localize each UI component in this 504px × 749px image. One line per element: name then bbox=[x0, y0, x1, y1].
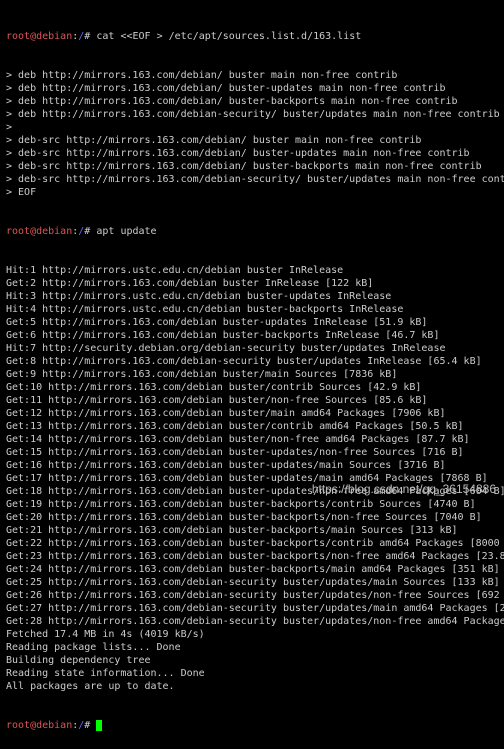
output-line: Get:26 http://mirrors.163.com/debian-sec… bbox=[6, 589, 498, 602]
heredoc-line: > deb http://mirrors.163.com/debian/ bus… bbox=[6, 82, 498, 95]
prompt-user: root@debian bbox=[6, 226, 72, 237]
output-line: Get:11 http://mirrors.163.com/debian bus… bbox=[6, 394, 498, 407]
command-text: apt update bbox=[96, 226, 156, 237]
heredoc-line: > deb-src http://mirrors.163.com/debian/… bbox=[6, 147, 498, 160]
output-line: Get:23 http://mirrors.163.com/debian bus… bbox=[6, 550, 498, 563]
output-line: Get:5 http://mirrors.163.com/debian bust… bbox=[6, 316, 498, 329]
heredoc-line: > deb-src http://mirrors.163.com/debian/… bbox=[6, 134, 498, 147]
heredoc-line: > deb http://mirrors.163.com/debian-secu… bbox=[6, 108, 498, 121]
watermark-text: https://blog.csdn.net/qq_36154886 bbox=[312, 483, 496, 496]
prompt-user: root@debian bbox=[6, 31, 72, 42]
terminal-viewport[interactable]: root@debian:/# cat <<EOF > /etc/apt/sour… bbox=[0, 0, 504, 749]
prompt-end: # bbox=[84, 31, 90, 42]
output-line: Reading package lists... Done bbox=[6, 641, 498, 654]
cursor[interactable] bbox=[96, 720, 102, 731]
prompt-line-2: root@debian:/# apt update bbox=[6, 225, 498, 238]
heredoc-line: > EOF bbox=[6, 186, 498, 199]
prompt-end: # bbox=[84, 720, 90, 731]
output-line: Get:24 http://mirrors.163.com/debian bus… bbox=[6, 563, 498, 576]
output-line: Get:8 http://mirrors.163.com/debian-secu… bbox=[6, 355, 498, 368]
output-line: Get:10 http://mirrors.163.com/debian bus… bbox=[6, 381, 498, 394]
output-line: Hit:4 http://mirrors.ustc.edu.cn/debian … bbox=[6, 303, 498, 316]
output-line: Get:22 http://mirrors.163.com/debian bus… bbox=[6, 537, 498, 550]
prompt-end: # bbox=[84, 226, 90, 237]
output-line: Get:25 http://mirrors.163.com/debian-sec… bbox=[6, 576, 498, 589]
heredoc-line: > deb-src http://mirrors.163.com/debian-… bbox=[6, 173, 498, 186]
output-line: Reading state information... Done bbox=[6, 667, 498, 680]
output-line: Fetched 17.4 MB in 4s (4019 kB/s) bbox=[6, 628, 498, 641]
output-line: Get:21 http://mirrors.163.com/debian bus… bbox=[6, 524, 498, 537]
output-line: Get:15 http://mirrors.163.com/debian bus… bbox=[6, 446, 498, 459]
output-line: Get:16 http://mirrors.163.com/debian bus… bbox=[6, 459, 498, 472]
output-line: Get:14 http://mirrors.163.com/debian bus… bbox=[6, 433, 498, 446]
output-line: Get:2 http://mirrors.163.com/debian bust… bbox=[6, 277, 498, 290]
output-line: Hit:7 http://security.debian.org/debian-… bbox=[6, 342, 498, 355]
heredoc-line: > bbox=[6, 121, 498, 134]
output-line: Hit:3 http://mirrors.ustc.edu.cn/debian … bbox=[6, 290, 498, 303]
output-line: Get:13 http://mirrors.163.com/debian bus… bbox=[6, 420, 498, 433]
output-line: Building dependency tree bbox=[6, 654, 498, 667]
prompt-user: root@debian bbox=[6, 720, 72, 731]
prompt-line-1: root@debian:/# cat <<EOF > /etc/apt/sour… bbox=[6, 30, 498, 43]
output-line: Get:9 http://mirrors.163.com/debian bust… bbox=[6, 368, 498, 381]
heredoc-line: > deb http://mirrors.163.com/debian/ bus… bbox=[6, 69, 498, 82]
output-line: Hit:1 http://mirrors.ustc.edu.cn/debian … bbox=[6, 264, 498, 277]
heredoc-line: > deb http://mirrors.163.com/debian/ bus… bbox=[6, 95, 498, 108]
output-line: Get:28 http://mirrors.163.com/debian-sec… bbox=[6, 615, 498, 628]
output-line: All packages are up to date. bbox=[6, 680, 498, 693]
prompt-line-3: root@debian:/# bbox=[6, 719, 498, 732]
output-line: Get:6 http://mirrors.163.com/debian bust… bbox=[6, 329, 498, 342]
output-line: Get:12 http://mirrors.163.com/debian bus… bbox=[6, 407, 498, 420]
output-line: Get:20 http://mirrors.163.com/debian bus… bbox=[6, 511, 498, 524]
heredoc-line: > deb-src http://mirrors.163.com/debian/… bbox=[6, 160, 498, 173]
command-text: cat <<EOF > /etc/apt/sources.list.d/163.… bbox=[96, 31, 361, 42]
output-line: Get:27 http://mirrors.163.com/debian-sec… bbox=[6, 602, 498, 615]
